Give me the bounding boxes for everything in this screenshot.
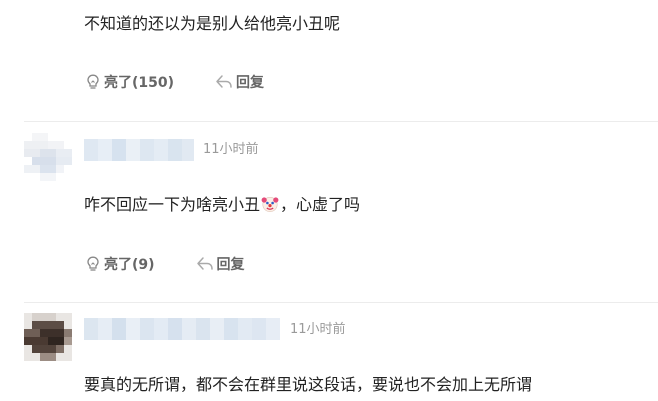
comment-1-reply-button[interactable]: 回复 <box>214 72 264 92</box>
comment-2-text: 咋不回应一下为啥亮小丑 ，心虚了吗 <box>84 195 360 215</box>
reply-arrow-icon <box>214 73 234 91</box>
comment-2-like-label: 亮了(9) <box>104 257 155 273</box>
comment-1-text: 不知道的还以为是别人给他亮小丑呢 <box>84 14 341 33</box>
lightbulb-icon <box>84 73 102 91</box>
clown-face-emoji <box>261 195 279 213</box>
comment-3-timestamp: 11小时前 <box>290 322 346 337</box>
comment-2-text-part1: 咋不回应一下为啥亮小丑 <box>84 195 261 214</box>
username-redacted[interactable] <box>84 139 194 161</box>
comment-2-reply-label: 回复 <box>216 257 245 273</box>
comment-1-reply-label: 回复 <box>236 75 265 91</box>
avatar[interactable] <box>24 133 72 181</box>
comment-divider <box>24 121 658 122</box>
username-redacted[interactable] <box>84 318 280 340</box>
comment-3-text: 要真的无所谓，都不会在群里说这段话，要说也不会加上无所谓 <box>84 375 533 394</box>
comment-2-reply-button[interactable]: 回复 <box>195 254 245 274</box>
comment-2-timestamp: 11小时前 <box>203 142 259 157</box>
lightbulb-icon <box>84 255 102 273</box>
avatar[interactable] <box>24 313 72 361</box>
comment-1-like-button[interactable]: 亮了(150) <box>84 72 174 92</box>
comment-divider <box>24 302 658 303</box>
comment-2-text-part2: ，心虚了吗 <box>280 195 361 214</box>
comment-2-actions: 亮了(9) 回复 <box>84 254 245 274</box>
comment-1-actions: 亮了(150) 回复 <box>84 72 264 92</box>
comment-thread: 不知道的还以为是别人给他亮小丑呢 亮了(150) 回复 11小时前 咋不回应一下… <box>0 0 658 401</box>
reply-arrow-icon <box>195 255 215 273</box>
comment-2-like-button[interactable]: 亮了(9) <box>84 254 155 274</box>
comment-1-like-label: 亮了(150) <box>104 75 175 91</box>
